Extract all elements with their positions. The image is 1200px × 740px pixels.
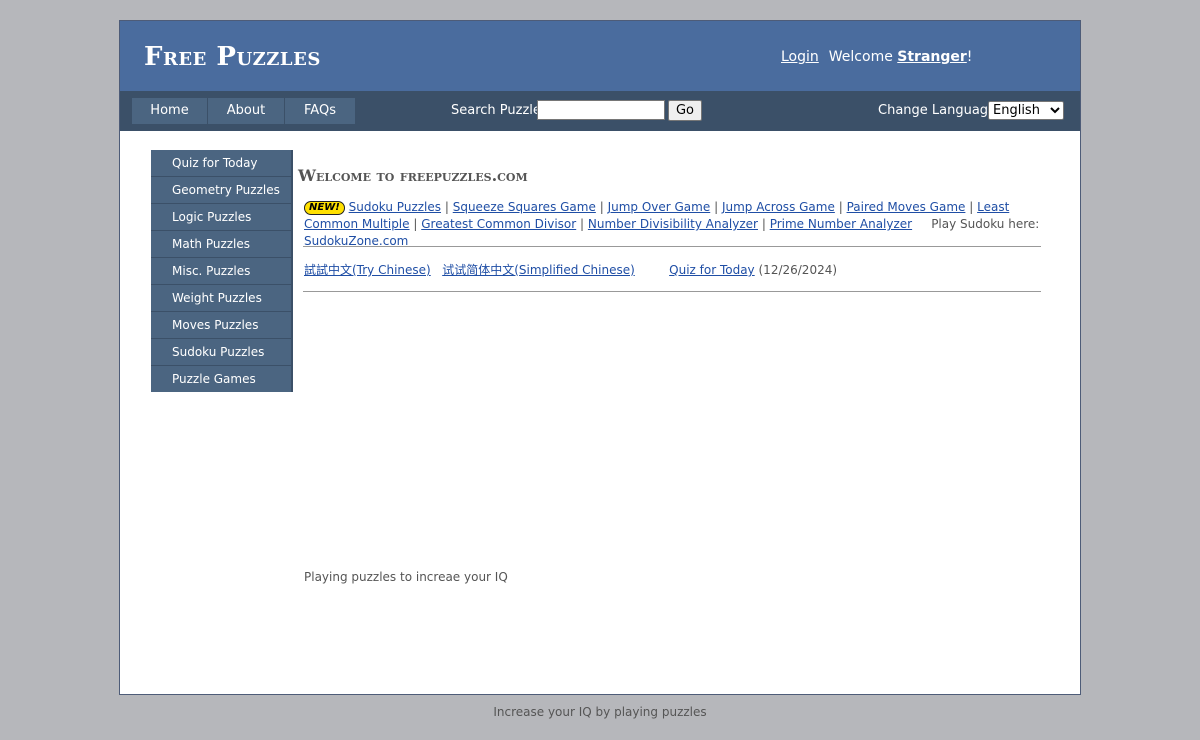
link-greatest-common-divisor[interactable]: Greatest Common Divisor	[421, 217, 576, 231]
sidebar-item-math-puzzles[interactable]: Math Puzzles	[151, 231, 293, 257]
new-badge-icon: NEW!	[304, 201, 345, 215]
link-sudoku-puzzles[interactable]: Sudoku Puzzles	[349, 200, 441, 214]
sidebar: Quiz for Today Geometry Puzzles Logic Pu…	[151, 150, 293, 392]
sidebar-item-weight-puzzles[interactable]: Weight Puzzles	[151, 285, 293, 311]
separator: |	[761, 217, 766, 231]
sidebar-item-logic-puzzles[interactable]: Logic Puzzles	[151, 204, 293, 230]
new-links-block: NEW! Sudoku Puzzles | Squeeze Squares Ga…	[304, 199, 1044, 250]
divider	[303, 291, 1041, 292]
link-jump-across-game[interactable]: Jump Across Game	[722, 200, 835, 214]
language-select[interactable]: English	[988, 101, 1064, 120]
separator: |	[580, 217, 585, 231]
sidebar-item-quiz-for-today[interactable]: Quiz for Today	[151, 150, 293, 176]
tab-faqs[interactable]: FAQs	[285, 98, 356, 124]
go-button[interactable]: Go	[668, 100, 702, 121]
language-links: 試試中文(Try Chinese) 试试简体中文(Simplified Chin…	[304, 262, 837, 279]
link-squeeze-squares-game[interactable]: Squeeze Squares Game	[453, 200, 596, 214]
sidebar-item-puzzle-games[interactable]: Puzzle Games	[151, 366, 293, 392]
link-quiz-for-today[interactable]: Quiz for Today	[669, 263, 755, 277]
sudoku-prefix: Play Sudoku here:	[931, 217, 1040, 231]
tab-about[interactable]: About	[208, 98, 285, 124]
sidebar-item-moves-puzzles[interactable]: Moves Puzzles	[151, 312, 293, 338]
divider	[303, 246, 1041, 247]
tagline: Playing puzzles to increae your IQ	[304, 570, 508, 584]
user-area: Login Welcome Stranger!	[781, 48, 972, 66]
page-frame: Free Puzzles Login Welcome Stranger! Home…	[119, 20, 1081, 695]
welcome-text: Welcome	[828, 49, 898, 65]
language-label: Change Language:	[878, 103, 1001, 118]
link-prime-number-analyzer[interactable]: Prime Number Analyzer	[770, 217, 912, 231]
separator: |	[413, 217, 418, 231]
site-title: Free Puzzles	[144, 42, 321, 72]
sidebar-item-geometry-puzzles[interactable]: Geometry Puzzles	[151, 177, 293, 203]
separator: |	[714, 200, 719, 214]
tab-home[interactable]: Home	[132, 98, 208, 124]
welcome-suffix: !	[966, 49, 973, 65]
nav-bar: Home About FAQs Search Puzzles Go Change…	[120, 91, 1080, 131]
footer-text: Increase your IQ by playing puzzles	[493, 705, 707, 719]
link-number-divisibility-analyzer[interactable]: Number Divisibility Analyzer	[588, 217, 758, 231]
separator: |	[444, 200, 449, 214]
search-label: Search Puzzles	[451, 103, 548, 118]
separator: |	[599, 200, 604, 214]
sidebar-item-sudoku-puzzles[interactable]: Sudoku Puzzles	[151, 339, 293, 365]
sidebar-item-misc-puzzles[interactable]: Misc. Puzzles	[151, 258, 293, 284]
search-input[interactable]	[537, 100, 665, 120]
link-simplified-chinese[interactable]: 试试简体中文(Simplified Chinese)	[442, 263, 635, 277]
link-jump-over-game[interactable]: Jump Over Game	[608, 200, 711, 214]
site-header: Free Puzzles Login Welcome Stranger!	[120, 21, 1080, 91]
link-paired-moves-game[interactable]: Paired Moves Game	[847, 200, 966, 214]
link-try-chinese[interactable]: 試試中文(Try Chinese)	[304, 263, 431, 277]
login-link[interactable]: Login	[781, 49, 819, 65]
separator: |	[969, 200, 974, 214]
separator: |	[838, 200, 843, 214]
welcome-title: Welcome to freepuzzles.com	[298, 166, 528, 185]
user-name-link[interactable]: Stranger	[897, 49, 967, 65]
quiz-date: (12/26/2024)	[758, 263, 838, 277]
